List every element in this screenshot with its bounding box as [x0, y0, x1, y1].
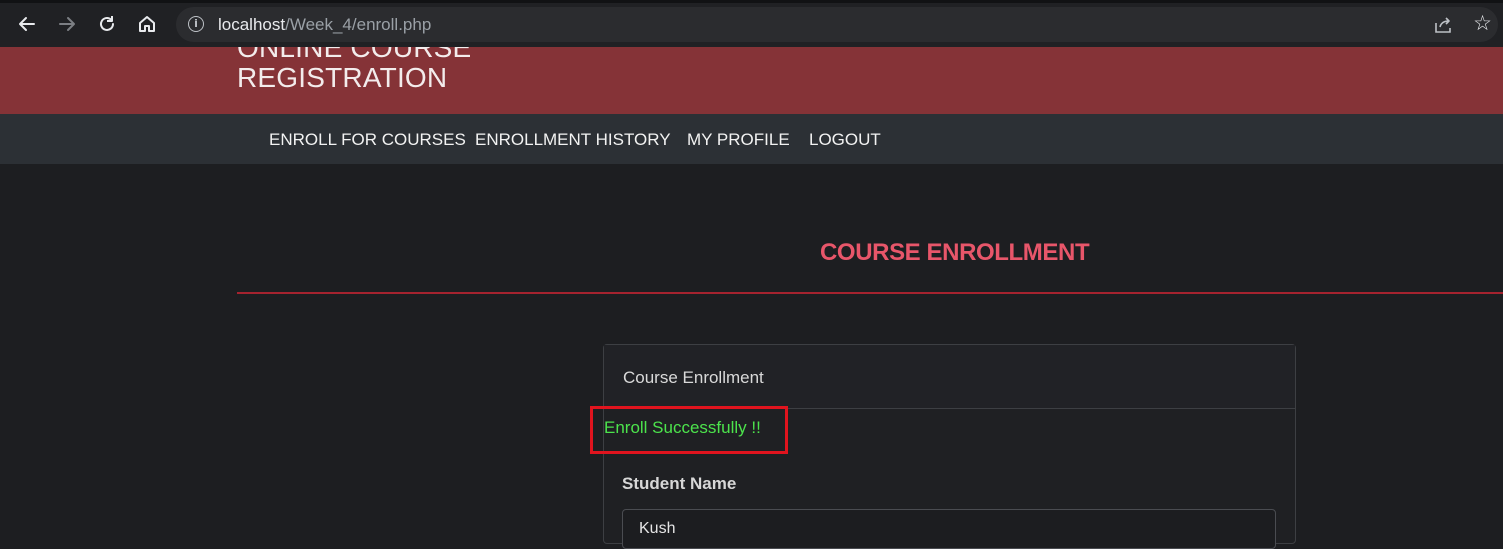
student-name-input[interactable]: [622, 509, 1276, 549]
annotation-highlight-box: [590, 406, 788, 454]
reload-icon[interactable]: [94, 11, 120, 37]
url-path: /Week_4/enroll.php: [285, 15, 432, 34]
info-icon[interactable]: i: [188, 16, 204, 32]
back-arrow-icon[interactable]: [14, 11, 40, 37]
card-title: Course Enrollment: [623, 368, 764, 387]
forward-arrow-icon[interactable]: [54, 11, 80, 37]
address-bar[interactable]: i localhost/Week_4/enroll.php ☆: [176, 7, 1498, 42]
card-header: Course Enrollment: [604, 345, 1295, 409]
main-nav: ENROLL FOR COURSES ENROLLMENT HISTORY MY…: [0, 114, 1503, 164]
nav-logout[interactable]: LOGOUT: [809, 130, 881, 150]
home-icon[interactable]: [134, 11, 160, 37]
url-host: localhost: [218, 15, 286, 34]
heading-divider: [237, 292, 1503, 294]
url-text[interactable]: localhost/Week_4/enroll.php: [218, 15, 431, 35]
site-title: ONLINE COURSE REGISTRATION: [237, 47, 472, 93]
nav-my-profile[interactable]: MY PROFILE: [687, 130, 790, 150]
site-banner: ONLINE COURSE REGISTRATION: [0, 47, 1503, 114]
nav-enrollment-history[interactable]: ENROLLMENT HISTORY: [475, 130, 671, 150]
tab-strip: [0, 0, 1503, 3]
nav-enroll-for-courses[interactable]: ENROLL FOR COURSES: [269, 130, 466, 150]
browser-toolbar: i localhost/Week_4/enroll.php ☆: [0, 0, 1503, 47]
star-icon[interactable]: ☆: [1473, 11, 1492, 36]
page-heading: COURSE ENROLLMENT: [820, 239, 1090, 266]
share-icon[interactable]: [1432, 14, 1454, 36]
student-name-label: Student Name: [622, 474, 737, 493]
